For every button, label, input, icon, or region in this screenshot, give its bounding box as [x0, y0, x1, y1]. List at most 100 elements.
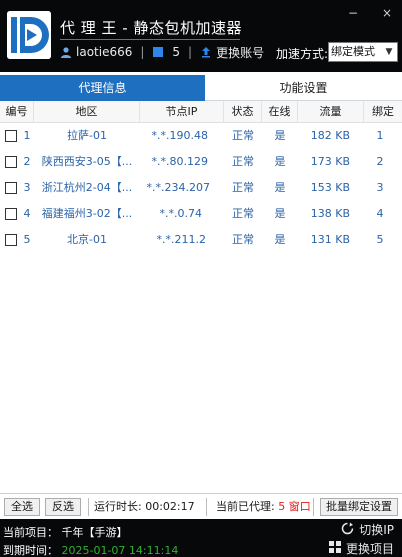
col-header-region[interactable]: 地区 — [34, 101, 140, 123]
switch-account-link[interactable]: 更换账号 — [216, 44, 264, 61]
row-ip: *.*.211.2 — [156, 233, 206, 246]
table-row[interactable]: 4 福建福州3-02【... *.*.0.74 正常 是 138 KB 4 — [0, 201, 402, 227]
row-checkbox[interactable] — [5, 130, 17, 142]
close-button[interactable]: × — [380, 6, 394, 20]
row-bind: 1 — [376, 129, 384, 142]
row-traffic: 131 KB — [310, 233, 350, 246]
row-number: 5 — [23, 233, 31, 246]
footer-action-bar: 全选 反选 运行时长: 00:02:17 当前已代理: 5 窗口 批量绑定设置 — [0, 493, 402, 519]
row-region: 陕西西安3-05【... — [41, 155, 133, 168]
tab-settings[interactable]: 功能设置 — [205, 75, 402, 101]
col-header-traffic[interactable]: 流量 — [298, 101, 364, 123]
batch-bind-settings-button[interactable]: 批量绑定设置 — [320, 498, 398, 516]
table-row[interactable]: 1 拉萨-01 *.*.190.48 正常 是 182 KB 1 — [0, 123, 402, 149]
expire-label: 到期时间： — [3, 544, 58, 557]
row-online: 是 — [274, 181, 286, 194]
runtime-value: 00:02:17 — [145, 500, 195, 513]
title-bar: 代 理 王 - 静态包机加速器 laotie666 | 5 | 更换账号 − ×… — [0, 0, 402, 72]
switch-ip-button[interactable]: 切换IP — [341, 522, 394, 538]
row-status: 正常 — [232, 233, 254, 246]
proxied-count: 当前已代理: 5 窗口 — [216, 498, 311, 516]
table-header: 编号 地区 节点IP 状态 在线 流量 绑定 — [0, 101, 402, 123]
row-checkbox[interactable] — [5, 234, 17, 246]
row-number: 4 — [23, 207, 31, 220]
divider — [206, 498, 207, 516]
table-row[interactable]: 2 陕西西安3-05【... *.*.80.129 正常 是 173 KB 2 — [0, 149, 402, 175]
window-count: 5 — [172, 45, 181, 59]
project-value: 千年【手游】 — [61, 526, 128, 539]
change-project-label: 更换项目 — [345, 542, 394, 556]
col-header-no[interactable]: 编号 — [0, 101, 34, 123]
invert-selection-button[interactable]: 反选 — [45, 498, 81, 516]
username: laotie666 — [76, 45, 133, 59]
row-number: 3 — [23, 181, 31, 194]
status-bar: 当前项目： 千年【手游】 到期时间： 2025-01-07 14:11:14 切… — [0, 519, 402, 557]
table-row[interactable]: 3 浙江杭州2-04【... *.*.234.207 正常 是 153 KB 3 — [0, 175, 402, 201]
runtime: 运行时长: 00:02:17 — [94, 498, 195, 516]
row-traffic: 138 KB — [310, 207, 350, 220]
row-region: 拉萨-01 — [67, 129, 107, 142]
select-all-button[interactable]: 全选 — [4, 498, 40, 516]
row-ip: *.*.0.74 — [159, 207, 203, 220]
accel-mode-value: 绑定模式 — [331, 45, 375, 58]
upload-icon — [200, 46, 212, 58]
row-ip: *.*.190.48 — [151, 129, 208, 142]
col-header-online[interactable]: 在线 — [262, 101, 298, 123]
title-divider — [60, 39, 240, 40]
row-bind: 4 — [376, 207, 384, 220]
runtime-label: 运行时长: — [94, 500, 142, 513]
row-online: 是 — [274, 129, 286, 142]
row-bind: 5 — [376, 233, 384, 246]
project-label: 当前项目： — [3, 526, 58, 539]
change-project-button[interactable]: 更换项目 — [328, 541, 394, 557]
current-project: 当前项目： 千年【手游】 — [3, 524, 128, 540]
divider: | — [140, 45, 145, 59]
accel-mode-select[interactable]: 绑定模式 ▼ — [328, 42, 398, 62]
refresh-icon — [341, 522, 354, 539]
row-online: 是 — [274, 233, 286, 246]
app-title: 代 理 王 - 静态包机加速器 — [60, 19, 242, 37]
table-row[interactable]: 5 北京-01 *.*.211.2 正常 是 131 KB 5 — [0, 227, 402, 253]
row-traffic: 173 KB — [310, 155, 350, 168]
accel-mode-label: 加速方式: — [276, 47, 329, 61]
row-status: 正常 — [232, 155, 254, 168]
row-region: 福建福州3-02【... — [41, 207, 133, 220]
row-traffic: 182 KB — [310, 129, 350, 142]
user-icon — [60, 46, 72, 58]
row-checkbox[interactable] — [5, 156, 17, 168]
user-info-row: laotie666 | 5 | 更换账号 — [60, 44, 264, 60]
row-ip: *.*.234.207 — [146, 181, 210, 194]
row-online: 是 — [274, 155, 286, 168]
row-bind: 2 — [376, 155, 384, 168]
proxied-label: 当前已代理: — [216, 500, 275, 513]
row-number: 1 — [23, 129, 31, 142]
divider — [313, 498, 314, 516]
expire-value: 2025-01-07 14:11:14 — [61, 544, 179, 557]
window-count-icon — [152, 46, 164, 58]
row-online: 是 — [274, 207, 286, 220]
proxied-value: 5 窗口 — [278, 500, 311, 513]
row-number: 2 — [23, 155, 31, 168]
minimize-button[interactable]: − — [346, 6, 360, 20]
col-header-bind[interactable]: 绑定 — [364, 101, 402, 123]
row-status: 正常 — [232, 181, 254, 194]
col-header-ip[interactable]: 节点IP — [140, 101, 224, 123]
grid-icon — [328, 541, 341, 557]
row-ip: *.*.80.129 — [151, 155, 208, 168]
row-region: 北京-01 — [67, 233, 107, 246]
chevron-down-icon: ▼ — [385, 47, 393, 57]
tab-bar: 代理信息 功能设置 — [0, 72, 402, 101]
row-region: 浙江杭州2-04【... — [41, 181, 133, 194]
row-checkbox[interactable] — [5, 208, 17, 220]
divider: | — [188, 45, 193, 59]
expire-time: 到期时间： 2025-01-07 14:11:14 — [3, 542, 178, 557]
row-status: 正常 — [232, 129, 254, 142]
proxy-table-body: 1 拉萨-01 *.*.190.48 正常 是 182 KB 1 2 陕西西安3… — [0, 123, 402, 493]
col-header-status[interactable]: 状态 — [224, 101, 262, 123]
row-bind: 3 — [376, 181, 384, 194]
tab-proxy-info[interactable]: 代理信息 — [0, 75, 205, 101]
row-checkbox[interactable] — [5, 182, 17, 194]
row-traffic: 153 KB — [310, 181, 350, 194]
divider — [88, 498, 89, 516]
switch-ip-label: 切换IP — [359, 523, 394, 537]
